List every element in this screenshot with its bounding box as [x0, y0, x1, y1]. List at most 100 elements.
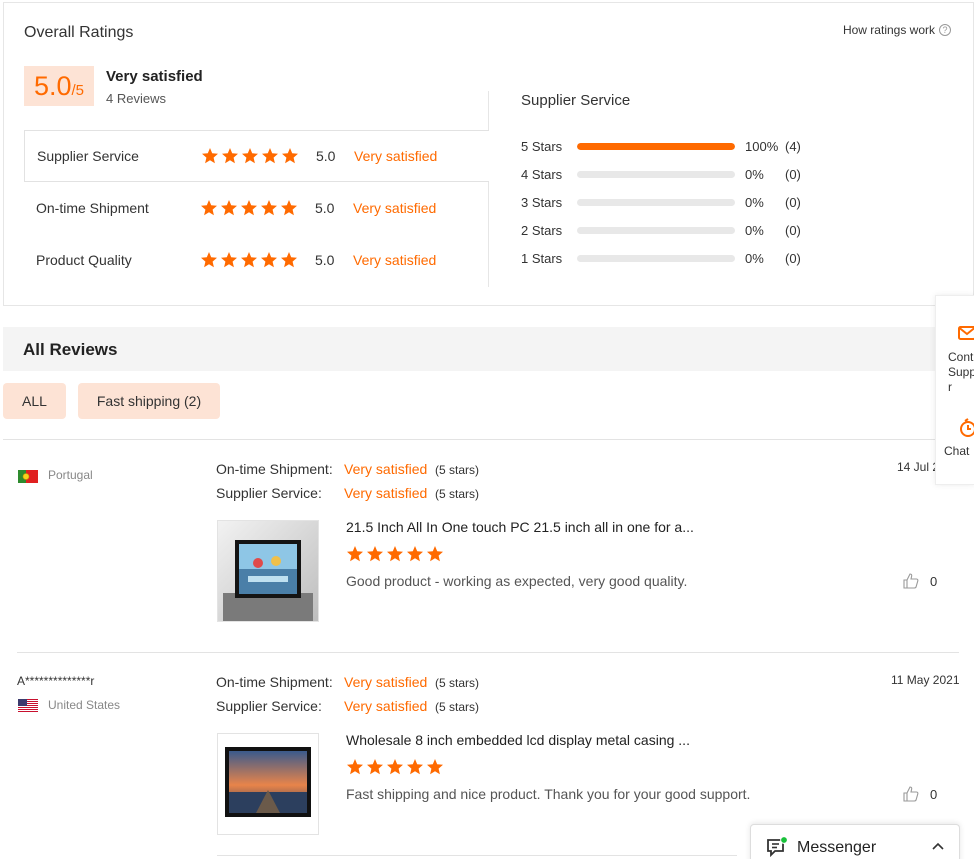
- star-icon: [281, 252, 297, 268]
- star-icon: [281, 200, 297, 216]
- contact-supplier-button[interactable]: Cont Supp r: [936, 321, 974, 401]
- service-stars: (5 stars): [435, 700, 480, 714]
- service-value: Very satisfied: [344, 698, 428, 714]
- category-score: 5.0: [315, 252, 335, 268]
- shipment-label: On-time Shipment:: [216, 461, 333, 477]
- distribution-count: (0): [785, 166, 801, 182]
- shipment-stars: (5 stars): [435, 676, 480, 690]
- overall-ratings-title: Overall Ratings: [24, 24, 134, 41]
- page: Overall Ratings How ratings work ? 5.0 /…: [0, 0, 974, 859]
- distribution-label: 2 Stars: [521, 222, 563, 238]
- star-icon: [427, 546, 443, 562]
- star-icon: [262, 148, 278, 164]
- review-stars: [346, 545, 444, 563]
- service-label: Supplier Service:: [216, 485, 322, 501]
- star-icon: [221, 252, 237, 268]
- distribution-row-2: 2 Stars 0% (0): [521, 221, 815, 239]
- star-icon: [387, 546, 403, 562]
- review-date: 11 May 2021: [891, 673, 960, 687]
- star-icon: [282, 148, 298, 164]
- reviewer-country: United States: [48, 698, 121, 712]
- overall-score: 5.0: [33, 71, 72, 101]
- shipment-value: Very satisfied: [344, 674, 428, 690]
- like-button[interactable]: 0: [902, 572, 937, 590]
- product-image: [218, 734, 318, 834]
- category-row-on-time-shipment[interactable]: On-time Shipment 5.0 Very satisfied: [24, 182, 489, 234]
- distribution-label: 5 Stars: [521, 138, 563, 154]
- review-text: Good product - working as expected, very…: [346, 573, 688, 589]
- product-title[interactable]: Wholesale 8 inch embedded lcd display me…: [346, 732, 690, 748]
- category-name: On-time Shipment: [36, 200, 149, 216]
- distribution-percent: 0%: [745, 194, 764, 210]
- flag-us-icon: [18, 699, 38, 712]
- distribution-bar: [577, 226, 735, 234]
- star-icon: [221, 200, 237, 216]
- filter-all[interactable]: ALL: [3, 383, 66, 419]
- star-icon: [427, 759, 443, 775]
- distribution-row-5: 5 Stars 100% (4): [521, 137, 815, 155]
- how-ratings-work-link[interactable]: How ratings work ?: [843, 23, 951, 37]
- star-icon: [387, 759, 403, 775]
- star-icon: [407, 546, 423, 562]
- filter-fast-shipping[interactable]: Fast shipping (2): [78, 383, 220, 419]
- star-icon: [241, 200, 257, 216]
- star-icon: [242, 148, 258, 164]
- divider: [217, 855, 737, 856]
- question-icon: ?: [939, 24, 951, 36]
- contact-supplier-label: Cont Supp r: [948, 350, 974, 394]
- category-name: Supplier Service: [37, 148, 139, 164]
- star-icon: [201, 200, 217, 216]
- chat-button[interactable]: Chat: [936, 414, 974, 464]
- distribution-count: (0): [785, 222, 801, 238]
- product-thumbnail[interactable]: [217, 520, 319, 622]
- overall-score-badge: 5.0 /5: [24, 66, 94, 106]
- review-date: 14 Jul 2: [897, 460, 940, 474]
- distribution-bar: [577, 142, 735, 150]
- shipment-stars: (5 stars): [435, 463, 480, 477]
- thumbs-up-icon: [903, 786, 919, 802]
- shipment-label: On-time Shipment:: [216, 674, 333, 690]
- distribution-label: 3 Stars: [521, 194, 563, 210]
- distribution-title: Supplier Service: [521, 92, 631, 109]
- category-stars: [201, 147, 299, 165]
- product-title[interactable]: 21.5 Inch All In One touch PC 21.5 inch …: [346, 519, 694, 535]
- product-thumbnail[interactable]: [217, 733, 319, 835]
- distribution-count: (0): [785, 194, 801, 210]
- thumbs-up-icon: [903, 573, 919, 589]
- star-icon: [367, 759, 383, 775]
- star-icon: [222, 148, 238, 164]
- star-icon: [202, 148, 218, 164]
- distribution-percent: 0%: [745, 222, 764, 238]
- distribution-percent: 0%: [745, 166, 764, 182]
- distribution-fill: [577, 142, 735, 150]
- distribution-bar: [577, 254, 735, 262]
- all-reviews-title: All Reviews: [23, 340, 118, 359]
- like-count: 0: [930, 573, 938, 589]
- like-button[interactable]: 0: [902, 785, 937, 803]
- side-toolbar: Cont Supp r Chat: [935, 295, 974, 485]
- like-count: 0: [930, 786, 938, 802]
- category-satisfaction: Very satisfied: [354, 148, 438, 164]
- distribution-bar: [577, 198, 735, 206]
- messenger-icon: [767, 836, 788, 858]
- overall-ratings-panel: Overall Ratings How ratings work ? 5.0 /…: [3, 2, 974, 306]
- chevron-up-icon[interactable]: [931, 841, 945, 851]
- category-row-supplier-service[interactable]: Supplier Service 5.0 Very satisfied: [24, 130, 489, 182]
- overall-score-max: /5: [71, 82, 85, 99]
- category-stars: [200, 251, 298, 269]
- review-item: Portugal On-time Shipment: Very satisfie…: [0, 440, 974, 652]
- distribution-count: (4): [785, 138, 801, 154]
- distribution-row-4: 4 Stars 0% (0): [521, 165, 815, 183]
- category-satisfaction: Very satisfied: [353, 252, 437, 268]
- category-row-product-quality[interactable]: Product Quality 5.0 Very satisfied: [24, 234, 489, 286]
- messenger-bar[interactable]: Messenger: [750, 824, 960, 859]
- star-icon: [261, 252, 277, 268]
- category-score: 5.0: [315, 200, 335, 216]
- star-icon: [407, 759, 423, 775]
- service-stars: (5 stars): [435, 487, 480, 501]
- distribution-percent: 0%: [745, 250, 764, 266]
- service-value: Very satisfied: [344, 485, 428, 501]
- messenger-label: Messenger: [797, 839, 877, 856]
- star-icon: [347, 759, 363, 775]
- service-label: Supplier Service:: [216, 698, 322, 714]
